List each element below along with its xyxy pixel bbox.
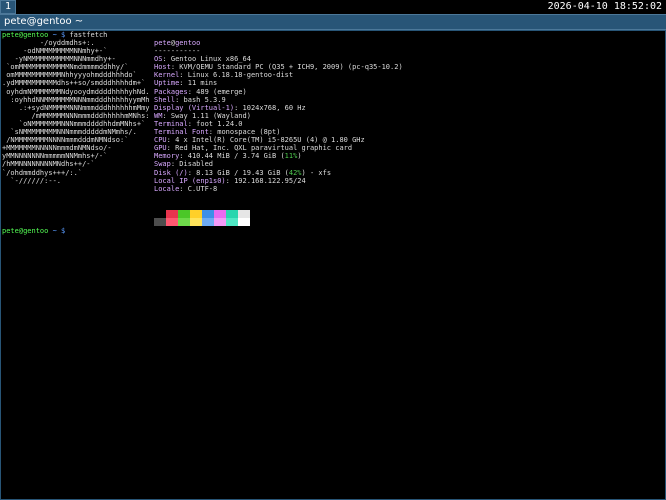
info-title-host: gentoo	[175, 39, 201, 47]
info-value: monospace (8pt)	[217, 128, 281, 137]
status-bar: 1 2026-04-10 18:52:02	[0, 0, 666, 14]
palette-swatch	[154, 210, 166, 218]
info-value: foot 1.24.0	[196, 119, 243, 128]
logo-line: -yNMMMMMMMMMMMNNNmmdhy+-	[2, 55, 116, 64]
gentoo-logo-ascii: -/oyddmdhs+:. -odNMMMMMMMMNNmhy+-` -yNMM…	[2, 39, 150, 185]
palette-swatch	[214, 218, 226, 226]
info-key: Packages	[154, 87, 188, 96]
info-separator: -----------	[154, 47, 201, 56]
logo-line: `sNMMMMMMMMNNNmmmdddddmNMmhs/.	[2, 128, 137, 137]
logo-line: `-//////:--.	[2, 176, 62, 185]
logo-line: :oyhhdNNMMMMMMMNNNmmdddhhhhhyymMh	[2, 95, 150, 104]
info-key: Kernel	[154, 71, 180, 80]
info-key-memory: Memory	[154, 152, 180, 161]
prompt2-symbol: $	[61, 227, 66, 235]
prompt2-path: ~	[52, 227, 57, 235]
info-value-locale: C.UTF-8	[187, 184, 218, 193]
logo-line: /NMMMMMMMMNNNNmmmdddmNMNdso:`	[2, 136, 129, 145]
color-palette	[154, 210, 250, 226]
info-key-swap: Swap	[154, 160, 171, 169]
info-value: KVM/QEMU Standard PC (Q35 + ICH9, 2009) …	[179, 63, 403, 72]
clock: 2026-04-10 18:52:02	[547, 1, 662, 12]
info-value: 1024x768, 60 Hz	[242, 103, 306, 112]
terminal-window[interactable]: pete@gentoo ~ $ fastfetch -/oyddmdhs+:. …	[0, 30, 666, 500]
logo-line: .:+sydNMMMMMNNNmmmdddhhhhhhmMmy	[2, 103, 150, 112]
palette-swatch	[202, 218, 214, 226]
logo-line: yMMNNNNNNNmmmmmNNMmhs+/-`	[2, 152, 108, 161]
workspace-label: 1	[5, 1, 12, 12]
info-value: Sway 1.11 (Wayland)	[170, 111, 251, 120]
palette-swatch	[226, 218, 238, 226]
palette-swatch	[238, 210, 250, 218]
info-value: Linux 6.18.18-gentoo-dist	[187, 71, 294, 80]
logo-line: /hMMNNNNNNNNMNdhs++/-`	[2, 160, 95, 169]
palette-swatch	[190, 210, 202, 218]
info-key: CPU	[154, 136, 167, 145]
info-value: 4 x Intel(R) Core(TM) i5-8265U (4) @ 1.8…	[175, 136, 365, 145]
logo-line: `/ohdmmddhys+++/:.`	[2, 168, 83, 177]
info-key-local-ip: Local IP (enp1s0)	[154, 176, 226, 185]
info-value: 11 mins	[187, 79, 218, 88]
info-key: OS	[154, 55, 163, 64]
palette-swatch	[214, 210, 226, 218]
info-key: Shell	[154, 95, 176, 104]
palette-swatch	[178, 210, 190, 218]
logo-line: +MMMMMMMNNNNNmmmdmNMNdso/-	[2, 144, 112, 153]
logo-line: -odNMMMMMMMMNNmhy+-`	[2, 47, 108, 56]
info-value-memory-end: )	[297, 152, 302, 161]
prompt-command: fastfetch	[69, 31, 108, 39]
palette-swatch	[154, 218, 166, 226]
command-prompt-2[interactable]: pete@gentoo ~ $	[2, 227, 65, 235]
info-value-disk: 8.13 GiB / 19.43 GiB (	[196, 168, 289, 177]
workspace-button[interactable]: 1	[0, 0, 17, 14]
palette-swatch	[238, 218, 250, 226]
logo-line: -/oyddmdhs+:.	[2, 39, 95, 47]
logo-line: `oNMMMMMMMNNNmmmddddhhdmMNhs+`	[2, 119, 146, 128]
logo-line: omMMMMMMMMMMMNhhyyyohmdddhhhdo`	[2, 71, 137, 80]
palette-swatch	[178, 218, 190, 226]
info-title-user: pete	[154, 39, 171, 47]
info-key: Uptime	[154, 79, 180, 88]
info-key: WM	[154, 111, 163, 120]
palette-swatch	[166, 210, 178, 218]
info-value-disk-end: ) - xfs	[301, 168, 332, 177]
prompt-path: ~	[52, 31, 57, 39]
info-key: Terminal	[154, 119, 188, 128]
info-value: bash 5.3.9	[183, 95, 226, 104]
disk-percent: 42%	[288, 168, 302, 177]
info-value-local-ip: 192.168.122.95/24	[234, 176, 306, 185]
memory-percent: 11%	[284, 152, 298, 161]
system-info: pete@gentoo ----------- OS: Gentoo Linux…	[154, 39, 403, 193]
info-key-disk: Disk (/)	[154, 168, 188, 177]
logo-line: .ydMMMMMMMMMMdhs++so/smdddhhhhdm+`	[2, 79, 146, 88]
info-key: GPU	[154, 144, 167, 153]
palette-swatch	[166, 218, 178, 226]
info-key: Terminal Font	[154, 128, 209, 137]
info-key: Host	[154, 63, 171, 72]
window-titlebar[interactable]: pete@gentoo ~	[0, 14, 666, 30]
palette-swatch	[226, 210, 238, 218]
window-title: pete@gentoo ~	[4, 16, 84, 27]
info-value: 489 (emerge)	[196, 87, 247, 96]
command-prompt: pete@gentoo ~ $ fastfetch	[2, 31, 107, 39]
palette-swatch	[202, 210, 214, 218]
info-value: Gentoo Linux x86_64	[170, 55, 251, 64]
info-value: Red Hat, Inc. QXL paravirtual graphic ca…	[175, 144, 353, 153]
prompt-symbol: $	[61, 31, 66, 39]
logo-line: `omMMMMMMMMMMMMNmdmmmmddhhy/`	[2, 63, 129, 72]
info-value-memory: 410.44 MiB / 3.74 GiB (	[187, 152, 285, 161]
prompt2-user: pete@gentoo	[2, 227, 49, 235]
info-key: Display (Virtual-1)	[154, 103, 235, 112]
logo-line: /mMMMMMMNNNmmmdddhhhhhmMNhs:	[2, 111, 150, 120]
info-key-locale: Locale	[154, 184, 180, 193]
logo-line: oyhdmNMMMMMMMNdyooydmddddhhhhyhNd.	[2, 87, 150, 96]
info-value-swap: Disabled	[179, 160, 214, 169]
palette-swatch	[190, 218, 202, 226]
prompt-user: pete@gentoo	[2, 31, 49, 39]
